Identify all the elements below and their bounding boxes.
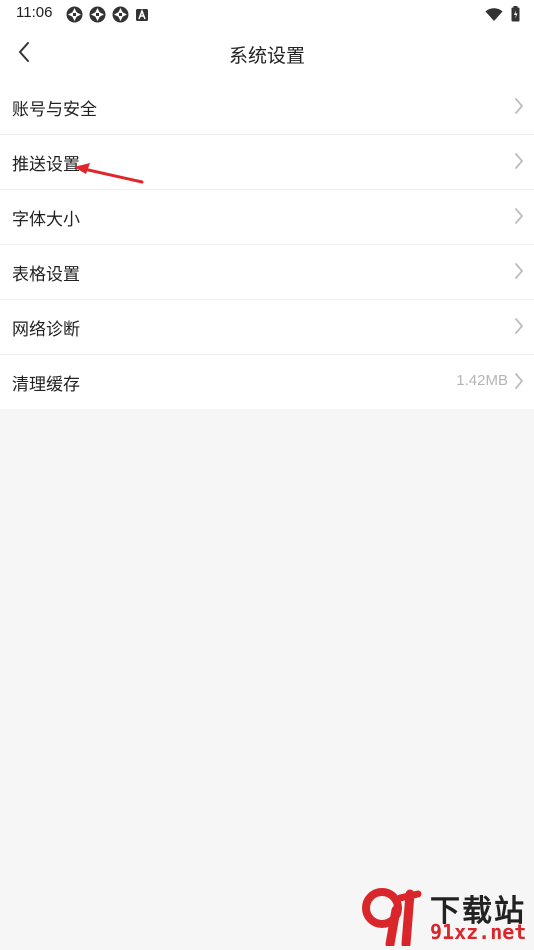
battery-icon [511,6,520,26]
chevron-right-icon [514,207,524,229]
chevron-right-icon [514,262,524,284]
wifi-icon [485,7,503,26]
settings-list: 账号与安全 推送设置 字体大小 表格设置 网络诊断 清理缓存 1.42MB [0,80,534,409]
settings-item-label: 清理缓存 [12,375,80,395]
settings-item-label: 网络诊断 [12,320,80,340]
status-right-icons [485,6,520,26]
chevron-right-icon [514,152,524,174]
settings-item-label: 字体大小 [12,210,80,230]
watermark-url: 91xz.net [430,920,527,944]
chevron-right-icon [514,317,524,339]
app-bar: 系统设置 [0,28,534,80]
settings-item-network-diagnosis[interactable]: 网络诊断 [0,300,534,355]
settings-item-label: 表格设置 [12,265,80,285]
settings-item-account-security[interactable]: 账号与安全 [0,80,534,135]
aperture-icon [89,6,106,27]
red-arrow-icon [70,160,150,194]
settings-item-table-settings[interactable]: 表格设置 [0,245,534,300]
notification-icons [66,6,149,27]
settings-item-label: 账号与安全 [12,100,97,120]
aperture-icon [112,6,129,27]
status-time: 11:06 [16,4,53,21]
chevron-right-icon [514,97,524,119]
page-title: 系统设置 [228,45,305,67]
cache-size-value: 1.42MB [456,372,508,389]
a-badge-icon [135,7,149,26]
chevron-right-icon [514,372,524,394]
status-bar: 11:06 [0,0,534,28]
settings-item-font-size[interactable]: 字体大小 [0,190,534,245]
settings-item-clear-cache[interactable]: 清理缓存 1.42MB [0,355,534,409]
watermark: 下载站 91xz.net [360,886,532,950]
aperture-icon [66,6,83,27]
watermark-logo-icon [360,888,426,950]
